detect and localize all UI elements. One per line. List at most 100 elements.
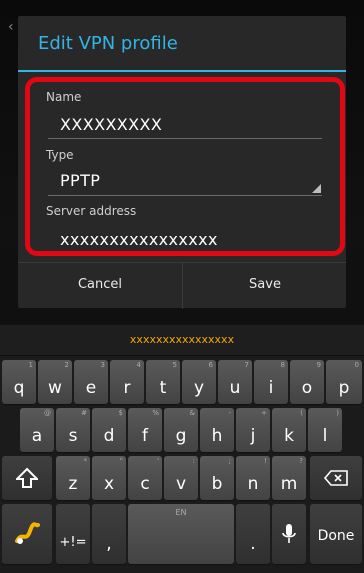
key-n-sub: ! bbox=[264, 457, 267, 465]
key-q[interactable]: 1q bbox=[2, 360, 36, 404]
comma-key[interactable]: , bbox=[92, 504, 126, 564]
key-w-sub: 2 bbox=[64, 361, 69, 369]
key-b[interactable]: ; b bbox=[200, 456, 234, 500]
space-key-lang: EN bbox=[175, 508, 187, 517]
done-key-label: Done bbox=[317, 528, 355, 544]
key-k[interactable]: (k bbox=[272, 408, 306, 452]
key-d-label: d bbox=[103, 426, 115, 446]
key-h[interactable]: -h bbox=[200, 408, 234, 452]
key-u[interactable]: 7u bbox=[218, 360, 252, 404]
key-y-sub: 6 bbox=[208, 361, 213, 369]
key-e[interactable]: 3e bbox=[74, 360, 108, 404]
key-n[interactable]: ! n bbox=[236, 456, 270, 500]
key-m-label: m bbox=[280, 474, 298, 494]
key-x[interactable]: " x bbox=[92, 456, 126, 500]
key-s-label: s bbox=[68, 426, 78, 446]
swype-key[interactable] bbox=[2, 504, 52, 564]
key-v-sub: : bbox=[192, 457, 195, 465]
key-v[interactable]: :v bbox=[164, 456, 198, 500]
key-r[interactable]: 4r bbox=[110, 360, 144, 404]
key-z[interactable]: * z bbox=[56, 456, 90, 500]
key-i-sub: 8 bbox=[280, 361, 285, 369]
key-i-label: i bbox=[268, 378, 274, 398]
key-s-sub: # bbox=[81, 409, 87, 417]
key-i[interactable]: 8i bbox=[254, 360, 288, 404]
key-n-label: n bbox=[247, 474, 259, 494]
key-h-sub: - bbox=[228, 409, 231, 417]
key-w-label: w bbox=[48, 378, 62, 398]
key-m[interactable]: ? m bbox=[272, 456, 306, 500]
title-divider bbox=[18, 70, 346, 72]
symbols-key-label: +!= bbox=[59, 535, 87, 550]
key-v-label: v bbox=[175, 474, 187, 494]
space-key[interactable]: EN bbox=[128, 504, 234, 564]
done-key[interactable]: Done bbox=[310, 504, 362, 564]
key-m-sub: ? bbox=[299, 457, 303, 465]
key-r-label: r bbox=[123, 378, 131, 398]
key-o-sub: 9 bbox=[316, 361, 321, 369]
key-p-label: p bbox=[338, 378, 350, 398]
key-f-sub: % bbox=[152, 409, 159, 417]
backspace-key[interactable] bbox=[310, 456, 362, 500]
comma-key-label: , bbox=[106, 534, 112, 554]
key-a[interactable]: @ a bbox=[20, 408, 54, 452]
key-u-sub: 7 bbox=[244, 361, 249, 369]
dialog-button-bar: Cancel Save bbox=[18, 262, 346, 309]
key-y-label: y bbox=[193, 378, 205, 398]
key-k-label: k bbox=[284, 426, 294, 446]
key-z-sub: * bbox=[83, 457, 88, 465]
key-o-label: o bbox=[301, 378, 313, 398]
key-x-sub: " bbox=[119, 457, 123, 465]
key-q-sub: 1 bbox=[28, 361, 33, 369]
mic-key[interactable] bbox=[272, 504, 306, 564]
key-j[interactable]: + j bbox=[236, 408, 270, 452]
key-d-sub: $ bbox=[118, 409, 123, 417]
key-b-label: b bbox=[211, 474, 223, 494]
key-j-sub: + bbox=[261, 409, 267, 417]
shift-arrow-icon bbox=[16, 467, 38, 488]
highlight-frame bbox=[25, 77, 345, 256]
key-p-sub: 0 bbox=[354, 361, 359, 369]
key-e-label: e bbox=[85, 378, 97, 398]
key-t-label: t bbox=[159, 378, 167, 398]
key-y[interactable]: 6y bbox=[182, 360, 216, 404]
key-d[interactable]: $ d bbox=[92, 408, 126, 452]
swype-logo-icon bbox=[15, 522, 40, 544]
key-g-label: g bbox=[175, 426, 187, 446]
symbols-key[interactable]: +!= bbox=[56, 504, 90, 564]
key-g-sub: & bbox=[189, 409, 195, 417]
key-l-label: l bbox=[322, 426, 328, 446]
shift-key[interactable] bbox=[2, 456, 52, 500]
key-h-label: h bbox=[211, 426, 223, 446]
backspace-icon bbox=[323, 470, 348, 486]
key-z-label: z bbox=[68, 474, 78, 494]
key-k-sub: ( bbox=[300, 409, 303, 417]
key-b-sub: ; bbox=[228, 457, 231, 465]
key-l-sub: ) bbox=[336, 409, 339, 417]
key-a-sub: @ bbox=[44, 409, 51, 417]
key-a-label: a bbox=[31, 426, 43, 446]
key-l[interactable]: ) l bbox=[308, 408, 342, 452]
cancel-button[interactable]: Cancel bbox=[18, 263, 182, 309]
key-e-sub: 3 bbox=[100, 361, 105, 369]
period-key[interactable]: . bbox=[236, 504, 270, 564]
key-f-label: f bbox=[142, 426, 148, 446]
key-j-label: j bbox=[250, 426, 256, 446]
key-o[interactable]: 9o bbox=[290, 360, 324, 404]
key-u-label: u bbox=[229, 378, 241, 398]
key-c-sub: ' bbox=[157, 457, 159, 465]
key-f[interactable]: % f bbox=[128, 408, 162, 452]
key-w[interactable]: 2w bbox=[38, 360, 72, 404]
key-s[interactable]: # s bbox=[56, 408, 90, 452]
microphone-icon bbox=[282, 524, 296, 543]
period-key-label: . bbox=[250, 534, 256, 554]
key-t[interactable]: 5t bbox=[146, 360, 180, 404]
key-c[interactable]: ' c bbox=[128, 456, 162, 500]
key-g[interactable]: & g bbox=[164, 408, 198, 452]
key-p[interactable]: 0p bbox=[326, 360, 362, 404]
key-r-sub: 4 bbox=[136, 361, 141, 369]
key-x-label: x bbox=[103, 474, 115, 494]
save-button[interactable]: Save bbox=[182, 263, 347, 309]
dialog-title: Edit VPN profile bbox=[38, 33, 178, 54]
suggestion-word[interactable]: xxxxxxxxxxxxxxxx bbox=[0, 333, 364, 346]
